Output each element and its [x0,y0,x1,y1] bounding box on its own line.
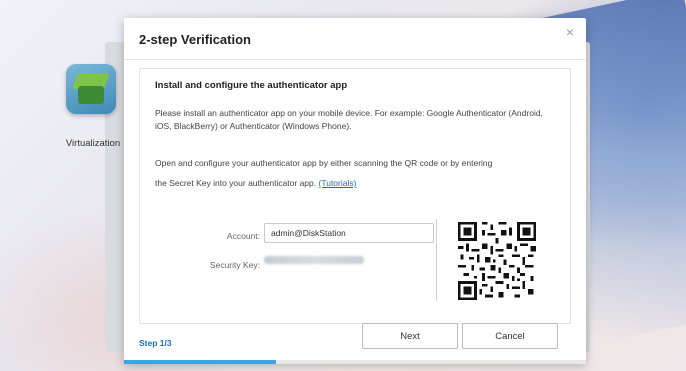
account-label: Account: [226,231,260,241]
progress-fill [124,360,277,364]
section-title: Install and configure the authenticator … [155,80,348,91]
configure-instructions-line2: the Secret Key into your authenticator a… [155,178,317,188]
qr-code [458,222,536,300]
close-icon[interactable]: × [562,24,578,40]
configure-instructions-line1: Open and configure your authenticator ap… [155,158,493,168]
account-field[interactable] [264,223,434,243]
next-button[interactable]: Next [362,323,458,349]
install-instructions: Please install an authenticator app on y… [155,108,543,131]
virtualization-icon[interactable] [66,64,116,114]
configure-instructions: Open and configure your authenticator ap… [155,157,560,190]
two-step-verification-dialog: 2-step Verification × Install and config… [124,18,586,364]
vertical-divider [436,219,437,301]
dialog-header: 2-step Verification × [124,18,586,60]
tutorials-link[interactable]: (Tutorials) [319,178,357,188]
desktop-icon-virtualization[interactable]: Virtualization [46,60,136,160]
dialog-title: 2-step Verification [139,32,251,47]
step-indicator: Step 1/3 [139,338,172,348]
progress-track [124,360,586,364]
security-key-value-blurred [264,256,364,264]
security-key-label: Security Key: [209,260,260,270]
cancel-button[interactable]: Cancel [462,323,558,349]
dialog-body: Install and configure the authenticator … [139,68,571,324]
